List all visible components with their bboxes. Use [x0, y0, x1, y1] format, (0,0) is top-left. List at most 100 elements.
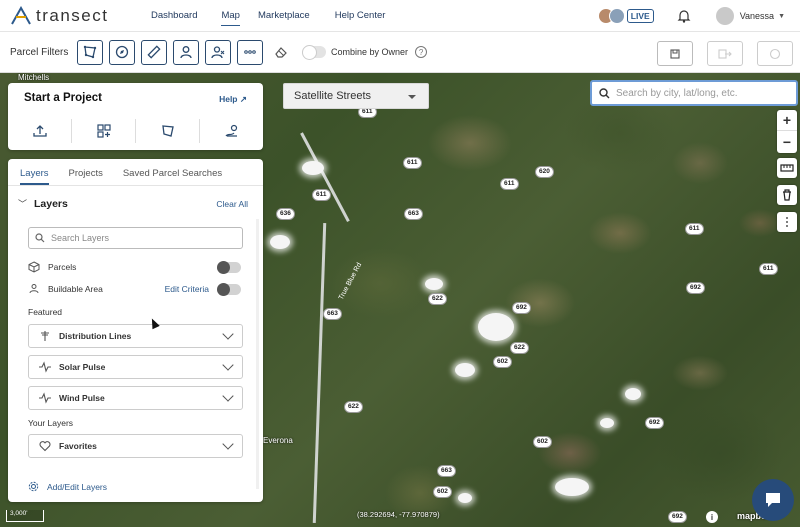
compass-filter-button[interactable]: [109, 39, 135, 65]
cloud: [458, 493, 472, 503]
live-badge: LIVE: [626, 9, 654, 23]
cloud: [302, 161, 324, 175]
route-shield: 602: [493, 356, 512, 368]
zoom-in-button[interactable]: +: [777, 110, 797, 131]
nav-marketplace[interactable]: Marketplace: [258, 10, 310, 21]
basemap-selector[interactable]: Satellite Streets: [283, 83, 429, 109]
layer-accordion-distribution-lines[interactable]: Distribution Lines: [28, 324, 243, 348]
chat-support-button[interactable]: [752, 479, 794, 521]
combine-by-owner-toggle[interactable]: [302, 45, 326, 60]
nav-help-center[interactable]: Help Center: [335, 10, 386, 21]
top-navigation-bar: transect Dashboard Map Marketplace Help …: [0, 0, 800, 32]
route-shield: 611: [685, 223, 704, 235]
help-link-label: Help: [219, 94, 238, 104]
route-shield: 622: [344, 401, 363, 413]
external-link-icon: ↗: [239, 94, 247, 104]
delete-search-button[interactable]: [757, 41, 793, 66]
main-nav: Dashboard Map Marketplace Help Center: [151, 10, 386, 26]
place-label: Mitchells: [18, 73, 50, 82]
draw-project-button[interactable]: [136, 119, 200, 143]
chevron-down-icon: [222, 328, 234, 340]
layer-search[interactable]: [28, 227, 243, 249]
map-info-button[interactable]: i: [706, 511, 718, 523]
route-shield: 622: [510, 342, 529, 354]
route-shield: 602: [533, 436, 552, 448]
route-shield: 663: [437, 465, 456, 477]
cube-icon: [28, 261, 40, 273]
layers-section-header[interactable]: ﹀ Layers Clear All: [18, 197, 253, 210]
upload-project-button[interactable]: [8, 119, 72, 143]
chevron-down-icon[interactable]: ﹀: [18, 197, 34, 210]
accordion-label: Wind Pulse: [59, 393, 105, 403]
power-pole-icon: [41, 331, 49, 341]
user-name[interactable]: Vanessa: [740, 11, 774, 21]
accordion-label: Solar Pulse: [59, 362, 106, 372]
add-edit-layers-button[interactable]: Add/Edit Layers: [28, 481, 107, 492]
more-map-options-button[interactable]: [777, 212, 797, 232]
chevron-down-icon: [222, 390, 234, 402]
road-segment: [312, 223, 327, 523]
save-search-button[interactable]: [657, 41, 693, 66]
more-filters-button[interactable]: [237, 39, 263, 65]
buildable-area-toggle[interactable]: [217, 282, 241, 296]
layout-project-button[interactable]: [72, 119, 136, 143]
live-collaborators[interactable]: LIVE: [597, 8, 654, 24]
owner-filter-button[interactable]: [173, 39, 199, 65]
vertical-ellipsis-icon: [786, 217, 788, 227]
export-button[interactable]: [707, 41, 743, 66]
polygon-select-button[interactable]: [77, 39, 103, 65]
clear-all-button[interactable]: Clear All: [216, 199, 248, 209]
panel-scrollbar[interactable]: [256, 219, 259, 489]
grid-icon: [96, 124, 111, 138]
user-avatar[interactable]: [715, 7, 734, 25]
location-search[interactable]: [590, 80, 798, 106]
zoom-out-button[interactable]: −: [777, 131, 797, 152]
tab-projects[interactable]: Projects: [69, 159, 103, 185]
search-icon: [35, 233, 45, 243]
ruler-filter-button[interactable]: [141, 39, 167, 65]
eraser-icon[interactable]: [274, 45, 288, 59]
edit-criteria-link[interactable]: Edit Criteria: [165, 284, 209, 294]
transect-logo[interactable]: transect: [10, 5, 130, 26]
combine-by-owner-label: Combine by Owner: [331, 47, 409, 57]
chevron-down-icon[interactable]: ▼: [778, 13, 785, 20]
location-project-button[interactable]: [200, 119, 263, 143]
cloud: [600, 418, 614, 428]
owner-group-filter-button[interactable]: [205, 39, 231, 65]
layer-row-parcels: Parcels: [28, 259, 243, 275]
compass-icon: [115, 45, 129, 59]
help-link[interactable]: Help ↗: [219, 94, 247, 105]
add-edit-layers-label: Add/Edit Layers: [47, 481, 108, 492]
route-shield: 611: [500, 178, 519, 190]
layer-accordion-favorites[interactable]: Favorites: [28, 434, 243, 458]
polygon-icon: [83, 45, 97, 59]
ruler-icon: [147, 45, 161, 59]
tab-layers[interactable]: Layers: [20, 159, 49, 185]
cloud: [625, 388, 641, 400]
measure-button[interactable]: [777, 158, 797, 178]
location-search-input[interactable]: [616, 87, 786, 99]
layer-accordion-solar-pulse[interactable]: Solar Pulse: [28, 355, 243, 379]
help-icon[interactable]: ?: [415, 46, 428, 58]
bell-icon[interactable]: [676, 8, 692, 24]
nav-dashboard[interactable]: Dashboard: [151, 10, 197, 21]
delete-drawing-button[interactable]: [777, 185, 797, 205]
project-actions: [8, 119, 263, 143]
nav-map[interactable]: Map: [221, 10, 241, 26]
cloud: [270, 235, 290, 249]
save-icon: [670, 48, 680, 59]
layer-accordion-wind-pulse[interactable]: Wind Pulse: [28, 386, 243, 410]
map-scale: 3,000': [6, 510, 44, 522]
map-pin-icon: [225, 124, 237, 137]
tab-saved-parcel-searches[interactable]: Saved Parcel Searches: [123, 159, 222, 185]
filter-actions: [643, 41, 793, 66]
panel-tabs: Layers Projects Saved Parcel Searches: [8, 159, 263, 186]
route-shield: 611: [403, 157, 422, 169]
search-icon: [599, 87, 610, 98]
person-area-icon: [29, 284, 39, 294]
accordion-label: Favorites: [59, 441, 97, 451]
layer-search-input[interactable]: [51, 233, 231, 243]
parcel-filter-bar: Parcel Filters Combine by Owner ?: [0, 32, 800, 73]
parcels-toggle[interactable]: [217, 260, 241, 274]
road-label: True Blue Rd: [337, 261, 364, 302]
